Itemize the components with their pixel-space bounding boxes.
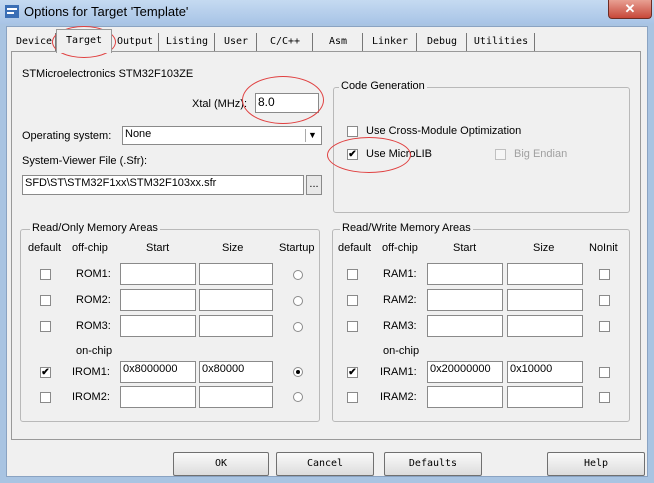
window-title: Options for Target 'Template' bbox=[24, 4, 189, 19]
readonly-memory-title: Read/Only Memory Areas bbox=[30, 222, 160, 234]
iram1-label: IRAM1: bbox=[380, 366, 417, 378]
irom2-start-input[interactable] bbox=[120, 386, 196, 408]
xtal-annotation bbox=[242, 76, 324, 124]
rw-header-default: default bbox=[338, 242, 372, 254]
rom3-size-input[interactable] bbox=[199, 315, 273, 337]
rom2-label: ROM2: bbox=[76, 294, 111, 306]
iram1-noinit-checkbox[interactable] bbox=[599, 367, 610, 378]
device-name: STMicroelectronics STM32F103ZE bbox=[22, 68, 194, 80]
rom2-start-input[interactable] bbox=[120, 289, 196, 311]
ro-onchip-label: on-chip bbox=[76, 345, 113, 357]
ro-header-offchip: off-chip bbox=[72, 242, 108, 254]
ram1-size-input[interactable] bbox=[507, 263, 583, 285]
ram1-label: RAM1: bbox=[383, 268, 417, 280]
ram1-start-input[interactable] bbox=[427, 263, 503, 285]
rom1-startup-radio[interactable] bbox=[293, 270, 303, 280]
defaults-button[interactable]: Defaults bbox=[384, 452, 482, 476]
irom2-startup-radio[interactable] bbox=[293, 392, 303, 402]
rw-onchip-label: on-chip bbox=[383, 345, 420, 357]
rw-header-offchip: off-chip bbox=[382, 242, 418, 254]
ram3-noinit-checkbox[interactable] bbox=[599, 321, 610, 332]
tab-device[interactable]: Device bbox=[13, 33, 56, 51]
rom2-size-input[interactable] bbox=[199, 289, 273, 311]
irom2-default-checkbox[interactable] bbox=[40, 392, 51, 403]
tab-listing[interactable]: Listing bbox=[160, 33, 215, 51]
close-button[interactable]: ✕ bbox=[608, 0, 652, 19]
ram3-size-input[interactable] bbox=[507, 315, 583, 337]
ram2-start-input[interactable] bbox=[427, 289, 503, 311]
ram2-label: RAM2: bbox=[383, 294, 417, 306]
tab-utilities[interactable]: Utilities bbox=[468, 33, 535, 51]
irom1-start-input[interactable]: 0x8000000 bbox=[120, 361, 196, 383]
cross-module-checkbox[interactable] bbox=[347, 126, 358, 137]
os-select[interactable]: None ▼ bbox=[122, 126, 322, 145]
iram2-noinit-checkbox[interactable] bbox=[599, 392, 610, 403]
rom2-startup-radio[interactable] bbox=[293, 296, 303, 306]
irom1-size-input[interactable]: 0x80000 bbox=[199, 361, 273, 383]
tab-asm[interactable]: Asm bbox=[314, 33, 363, 51]
iram1-size-input[interactable]: 0x10000 bbox=[507, 361, 583, 383]
sfr-input[interactable]: SFD\ST\STM32F1xx\STM32F103xx.sfr bbox=[22, 175, 304, 195]
iram2-start-input[interactable] bbox=[427, 386, 503, 408]
microlib-annotation bbox=[327, 137, 411, 173]
rom2-default-checkbox[interactable] bbox=[40, 295, 51, 306]
xtal-label: Xtal (MHz): bbox=[192, 98, 247, 110]
code-generation-title: Code Generation bbox=[339, 80, 427, 92]
tab-output[interactable]: Output bbox=[112, 33, 159, 51]
chevron-down-icon: ▼ bbox=[305, 129, 319, 142]
big-endian-checkbox[interactable] bbox=[495, 149, 506, 160]
ram1-noinit-checkbox[interactable] bbox=[599, 269, 610, 280]
ram2-default-checkbox[interactable] bbox=[347, 295, 358, 306]
os-label: Operating system: bbox=[22, 130, 112, 142]
iram1-start-input[interactable]: 0x20000000 bbox=[427, 361, 503, 383]
ram3-default-checkbox[interactable] bbox=[347, 321, 358, 332]
irom2-label: IROM2: bbox=[72, 391, 110, 403]
readwrite-memory-title: Read/Write Memory Areas bbox=[340, 222, 473, 234]
ro-header-start: Start bbox=[146, 242, 170, 254]
sfr-label: System-Viewer File (.Sfr): bbox=[22, 155, 148, 167]
rom3-label: ROM3: bbox=[76, 320, 111, 332]
rw-header-size: Size bbox=[533, 242, 555, 254]
tab-debug[interactable]: Debug bbox=[418, 33, 467, 51]
ram2-noinit-checkbox[interactable] bbox=[599, 295, 610, 306]
big-endian-label: Big Endian bbox=[514, 148, 568, 160]
irom1-default-checkbox[interactable]: ✔ bbox=[40, 367, 51, 378]
tab-c-cpp[interactable]: C/C++ bbox=[258, 33, 313, 51]
sfr-browse-button[interactable]: ... bbox=[306, 175, 322, 195]
rw-header-start: Start bbox=[453, 242, 477, 254]
rom1-size-input[interactable] bbox=[199, 263, 273, 285]
ro-header-default: default bbox=[28, 242, 62, 254]
irom2-size-input[interactable] bbox=[199, 386, 273, 408]
rom3-default-checkbox[interactable] bbox=[40, 321, 51, 332]
iram2-size-input[interactable] bbox=[507, 386, 583, 408]
rom1-label: ROM1: bbox=[76, 268, 111, 280]
ram2-size-input[interactable] bbox=[507, 289, 583, 311]
ram3-label: RAM3: bbox=[383, 320, 417, 332]
close-icon: ✕ bbox=[624, 1, 636, 16]
iram1-default-checkbox[interactable]: ✔ bbox=[347, 367, 358, 378]
ram1-default-checkbox[interactable] bbox=[347, 269, 358, 280]
help-button[interactable]: Help bbox=[547, 452, 645, 476]
os-select-value: None bbox=[125, 128, 152, 140]
ro-header-size: Size bbox=[222, 242, 244, 254]
ram3-start-input[interactable] bbox=[427, 315, 503, 337]
tab-user[interactable]: User bbox=[216, 33, 257, 51]
rom1-default-checkbox[interactable] bbox=[40, 269, 51, 280]
tab-target[interactable]: Target bbox=[56, 29, 112, 53]
tab-linker[interactable]: Linker bbox=[364, 33, 417, 51]
iram2-default-checkbox[interactable] bbox=[347, 392, 358, 403]
irom1-label: IROM1: bbox=[72, 366, 110, 378]
ro-header-startup: Startup bbox=[279, 242, 315, 254]
rom3-startup-radio[interactable] bbox=[293, 322, 303, 332]
app-icon bbox=[5, 5, 19, 18]
cross-module-label: Use Cross-Module Optimization bbox=[366, 125, 522, 137]
ok-button[interactable]: OK bbox=[173, 452, 269, 476]
rom3-start-input[interactable] bbox=[120, 315, 196, 337]
cancel-button[interactable]: Cancel bbox=[276, 452, 374, 476]
rw-header-noinit: NoInit bbox=[589, 242, 618, 254]
iram2-label: IRAM2: bbox=[380, 391, 417, 403]
irom1-startup-radio[interactable] bbox=[293, 367, 303, 377]
rom1-start-input[interactable] bbox=[120, 263, 196, 285]
